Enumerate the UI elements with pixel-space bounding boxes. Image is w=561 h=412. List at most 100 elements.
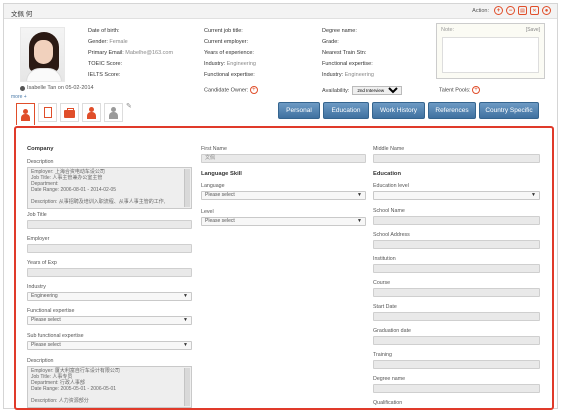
more-link[interactable]: more + (11, 94, 27, 100)
start-date-label: Start Date (373, 304, 397, 310)
institution-label: Institution (373, 256, 396, 262)
edit-pencil-icon[interactable]: ✎ (126, 103, 134, 111)
info-column-2: Current job title: Current employer: Yea… (204, 27, 256, 80)
industry-label: Industry (27, 284, 46, 290)
dropdown-arrow-icon: ▼ (531, 192, 536, 198)
employer-label: Employer (27, 236, 50, 242)
scrollbar[interactable] (184, 169, 190, 207)
sub-functional-select[interactable]: Please select ▼ (27, 341, 192, 350)
note-save-link[interactable]: [Save] (526, 27, 540, 33)
document-icon (42, 106, 53, 119)
section-tabs: Personal Education Work History Referenc… (278, 102, 539, 119)
note-box: Note: [Save] (436, 23, 545, 79)
info-row: Date of birth: (88, 28, 120, 34)
school-address-label: School Address (373, 232, 410, 238)
info-row: Current employer: (204, 39, 249, 45)
tab-education[interactable]: Education (323, 102, 369, 119)
industry-select[interactable]: Engineering ▼ (27, 292, 192, 301)
education-level-select[interactable]: ▼ (373, 191, 540, 200)
availability: Availability: 2nd Interview (322, 86, 403, 95)
info-row: Functional expertise: (204, 72, 255, 78)
tab-users[interactable] (104, 103, 123, 122)
contact-icon (86, 106, 97, 119)
info-row: Gender: Female (88, 39, 128, 45)
candidate-owner-label: Candidate Owner: (204, 87, 249, 94)
tab-documents[interactable] (38, 103, 57, 122)
school-name-label: School Name (373, 208, 405, 214)
sub-functional-label: Sub functional expertise (27, 333, 84, 339)
scrollbar[interactable] (184, 368, 190, 406)
description-textarea[interactable]: Employer: 上海合资电动车设公司 Job Title: 人事主管兼办公室… (27, 167, 192, 209)
info-column-3: Degree name: Grade: Nearest Train Stn: F… (322, 27, 374, 80)
tab-country-specific[interactable]: Country Specific (479, 102, 539, 119)
years-exp-input[interactable] (27, 268, 192, 277)
tab-jobs[interactable] (60, 103, 79, 122)
education-level-label: Education level (373, 183, 409, 189)
tab-contacts[interactable] (82, 103, 101, 122)
info-row: Degree name: (322, 28, 357, 34)
candidate-owner: Candidate Owner: + (204, 86, 258, 94)
institution-input[interactable] (373, 264, 540, 273)
tab-profile[interactable] (16, 103, 35, 125)
functional-expertise-select[interactable]: Please select ▼ (27, 316, 192, 325)
job-title-label: Job Title (27, 212, 47, 218)
print-icon[interactable]: ▤ (518, 6, 527, 15)
person-icon (20, 108, 31, 121)
school-address-input[interactable] (373, 240, 540, 249)
dropdown-arrow-icon: ▼ (183, 317, 188, 323)
action-label: Action: (472, 7, 489, 14)
job-title-input[interactable] (27, 220, 192, 229)
middle-name-input[interactable] (373, 154, 540, 163)
level-select[interactable]: Please select ▼ (201, 217, 366, 226)
first-name-input[interactable]: 文佩 (201, 154, 366, 163)
icon-tabs: ✎ (16, 103, 134, 125)
graduation-date-label: Graduation date (373, 328, 411, 334)
add-talent-pool-icon[interactable]: + (472, 86, 481, 94)
course-input[interactable] (373, 288, 540, 297)
briefcase-icon (64, 107, 75, 119)
dropdown-arrow-icon: ▼ (357, 192, 362, 198)
info-row: Industry: Engineering (322, 72, 374, 78)
functional-expertise-label: Functional expertise (27, 308, 75, 314)
candidate-photo (20, 27, 65, 82)
description-label: Description (27, 159, 54, 165)
tab-personal[interactable]: Personal (278, 102, 320, 119)
info-row: Nearest Train Stn: (322, 50, 367, 56)
info-row: IELTS Score: (88, 72, 121, 78)
degree-name-label: Degree name (373, 376, 406, 382)
candidate-name-title: 文佩 何 (11, 11, 33, 18)
school-name-input[interactable] (373, 216, 540, 225)
description-label-2: Description (27, 358, 54, 364)
note-textarea[interactable] (442, 37, 539, 73)
availability-label: Availability: (322, 87, 350, 94)
start-date-input[interactable] (373, 312, 540, 321)
posted-by-text: Isabelle Tan on 05-02-2014 (27, 85, 94, 91)
delete-icon[interactable]: ✕ (530, 6, 539, 15)
note-label: Note: (441, 27, 455, 33)
dropdown-arrow-icon: ▼ (357, 218, 362, 224)
add-icon[interactable]: + (494, 6, 503, 15)
tab-references[interactable]: References (428, 102, 476, 119)
add-owner-icon[interactable]: + (249, 86, 258, 94)
remove-icon[interactable]: − (506, 6, 515, 15)
posted-by: Isabelle Tan on 05-02-2014 (20, 85, 94, 91)
graduation-date-input[interactable] (373, 336, 540, 345)
language-select[interactable]: Please select ▼ (201, 191, 366, 200)
middle-name-label: Middle Name (373, 146, 405, 152)
degree-name-input[interactable] (373, 384, 540, 393)
level-label: Level (201, 209, 214, 215)
tab-work-history[interactable]: Work History (372, 102, 425, 119)
employer-input[interactable] (27, 244, 192, 253)
training-input[interactable] (373, 360, 540, 369)
info-row: TOEIC Score: (88, 61, 123, 67)
education-heading: Education (373, 171, 402, 177)
info-row: Current job title: (204, 28, 243, 34)
language-label: Language (201, 183, 225, 189)
availability-select[interactable]: 2nd Interview (352, 86, 403, 95)
user-icon[interactable]: ● (542, 6, 551, 15)
talent-pools-label: Talent Pools: (439, 87, 471, 94)
description-textarea-2[interactable]: Employer: 厦大利富自行车设计有限公司 Job Title: 人事专员 … (27, 366, 192, 408)
course-label: Course (373, 280, 391, 286)
info-column-1: Date of birth: Gender: Female Primary Em… (88, 27, 173, 80)
user-small-icon (20, 85, 25, 91)
